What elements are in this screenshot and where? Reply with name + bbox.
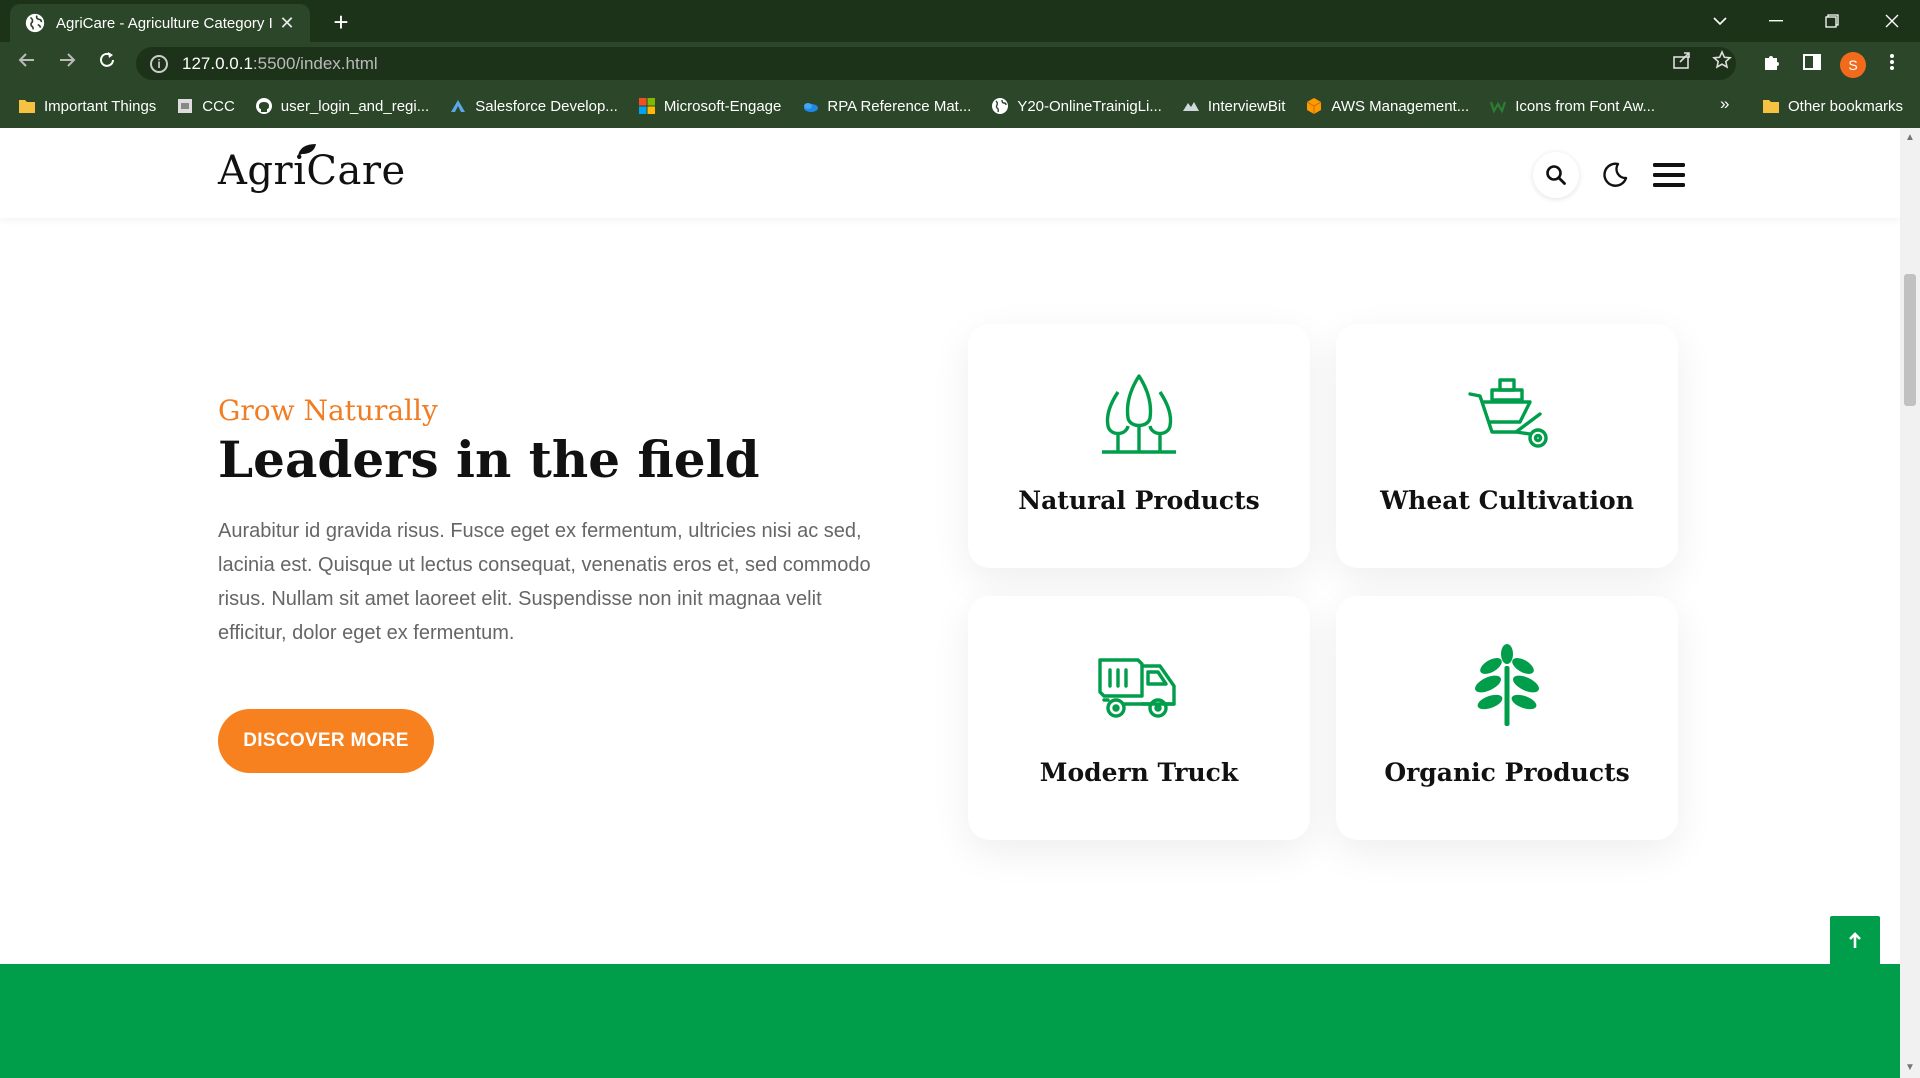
globe-icon	[25, 13, 45, 33]
card-title: Organic Products	[1384, 758, 1630, 787]
section-paragraph: Aurabitur id gravida risus. Fusce eget e…	[218, 520, 871, 644]
arrow-up-icon	[1849, 932, 1861, 948]
bookmark-item[interactable]: RPA Reference Mat...	[801, 97, 971, 115]
scrollbar-thumb[interactable]	[1904, 274, 1916, 406]
other-bookmarks-label: Other bookmarks	[1788, 97, 1904, 115]
scroll-down-arrow-icon[interactable]: ▼	[1905, 1062, 1915, 1073]
tab-search-chevron-icon[interactable]	[1692, 0, 1748, 42]
microsoft-icon	[638, 97, 656, 115]
fontawesome-icon	[1489, 97, 1507, 115]
green-footer-band	[0, 964, 1900, 1078]
bookmark-label: Icons from Font Aw...	[1515, 97, 1656, 115]
url-path: :5500/index.html	[252, 53, 378, 73]
site-info-icon[interactable]: i	[150, 54, 168, 73]
feature-card-wheat-cultivation[interactable]: Wheat Cultivation	[1336, 324, 1678, 568]
bookmark-label: Microsoft-Engage	[663, 97, 782, 115]
dark-mode-toggle[interactable]	[1592, 152, 1638, 198]
scroll-to-top-button[interactable]	[1830, 916, 1880, 966]
site-header: AgriCare	[0, 128, 1900, 218]
card-title: Modern Truck	[1039, 758, 1239, 787]
browser-tab-title: AgriCare - Agriculture Category I	[56, 14, 273, 32]
aws-icon	[1305, 97, 1323, 115]
url-host: 127.0.0.1	[182, 53, 253, 73]
discover-more-button[interactable]: DISCOVER MORE	[218, 709, 434, 773]
search-button[interactable]	[1533, 152, 1579, 198]
hamburger-menu-icon	[1653, 163, 1685, 187]
trees-icon	[1094, 368, 1184, 458]
bookmarks-bar: Important Things CCC user_login_and_regi…	[0, 84, 1920, 128]
bookmark-label: Salesforce Develop...	[475, 97, 618, 115]
folder-icon	[18, 97, 36, 115]
page-scrollbar[interactable]: ▲ ▼	[1900, 128, 1920, 1078]
bookmark-item[interactable]: InterviewBit	[1182, 97, 1286, 115]
bookmark-label: InterviewBit	[1207, 97, 1286, 115]
bookmark-item[interactable]: Salesforce Develop...	[449, 97, 618, 115]
bookmarks-overflow-button[interactable]: »	[1720, 94, 1729, 114]
web-page: AgriCare Grow Naturally Leaders in the f…	[0, 128, 1900, 1078]
new-tab-button[interactable]: +	[324, 6, 358, 40]
address-bar[interactable]: i 127.0.0.1:5500/index.html	[136, 47, 1736, 80]
bookmark-item[interactable]: user_login_and_regi...	[255, 97, 429, 115]
share-icon[interactable]	[1672, 50, 1692, 76]
bookmark-label: Y20-OnlineTrainigLi...	[1017, 97, 1162, 115]
close-window-icon[interactable]	[1864, 0, 1920, 42]
plant-icon	[1462, 640, 1552, 730]
leaf-icon	[298, 144, 316, 156]
section-eyebrow: Grow Naturally	[218, 394, 438, 427]
browser-tab-active[interactable]: AgriCare - Agriculture Category I ✕	[10, 4, 310, 42]
bookmark-label: RPA Reference Mat...	[827, 97, 972, 115]
minimize-icon[interactable]	[1748, 0, 1804, 42]
feature-card-organic-products[interactable]: Organic Products	[1336, 596, 1678, 840]
interviewbit-icon	[1182, 97, 1200, 115]
reload-icon[interactable]	[92, 48, 122, 78]
bookmark-star-icon[interactable]	[1712, 50, 1732, 76]
wheelbarrow-icon	[1462, 368, 1552, 458]
bookmark-item[interactable]: AWS Management...	[1305, 97, 1469, 115]
truck-icon	[1094, 640, 1184, 730]
salesforce-icon	[449, 97, 467, 115]
card-title: Wheat Cultivation	[1380, 486, 1634, 515]
profile-avatar[interactable]: S	[1840, 52, 1866, 78]
moon-icon	[1603, 162, 1628, 187]
bookmark-label: AWS Management...	[1331, 97, 1470, 115]
restore-icon[interactable]	[1804, 0, 1860, 42]
extensions-puzzle-icon[interactable]	[1760, 52, 1784, 76]
other-bookmarks[interactable]: Other bookmarks	[1762, 84, 1903, 128]
menu-button[interactable]	[1646, 152, 1692, 198]
back-icon[interactable]	[12, 48, 42, 78]
browser-menu-kebab-icon[interactable]	[1880, 52, 1904, 76]
onedrive-icon	[801, 97, 819, 115]
bookmark-label: CCC	[202, 97, 235, 115]
bookmark-item[interactable]: Y20-OnlineTrainigLi...	[991, 97, 1162, 115]
folder-icon	[1762, 97, 1780, 115]
feature-card-natural-products[interactable]: Natural Products	[968, 324, 1310, 568]
search-icon	[1546, 165, 1566, 185]
address-toolbar: i 127.0.0.1:5500/index.html	[0, 42, 1920, 84]
globe-icon	[991, 97, 1009, 115]
bookmark-item[interactable]: Microsoft-Engage	[638, 97, 782, 115]
feature-card-modern-truck[interactable]: Modern Truck	[968, 596, 1310, 840]
bookmark-item[interactable]: Important Things	[18, 97, 156, 115]
bookmark-item[interactable]: CCC	[176, 97, 235, 115]
github-icon	[255, 97, 273, 115]
bookmark-item[interactable]: Icons from Font Aw...	[1489, 97, 1655, 115]
card-title: Natural Products	[1018, 486, 1260, 515]
close-tab-icon[interactable]: ✕	[276, 13, 298, 34]
page-icon	[176, 97, 194, 115]
section-headline: Leaders in the field	[218, 430, 760, 489]
forward-icon[interactable]	[52, 48, 82, 78]
side-panel-icon[interactable]	[1800, 52, 1824, 76]
scroll-up-arrow-icon[interactable]: ▲	[1905, 132, 1915, 143]
bookmark-label: user_login_and_regi...	[280, 97, 430, 115]
bookmark-label: Important Things	[44, 97, 157, 115]
browser-tab-strip: AgriCare - Agriculture Category I ✕ +	[0, 0, 1920, 42]
